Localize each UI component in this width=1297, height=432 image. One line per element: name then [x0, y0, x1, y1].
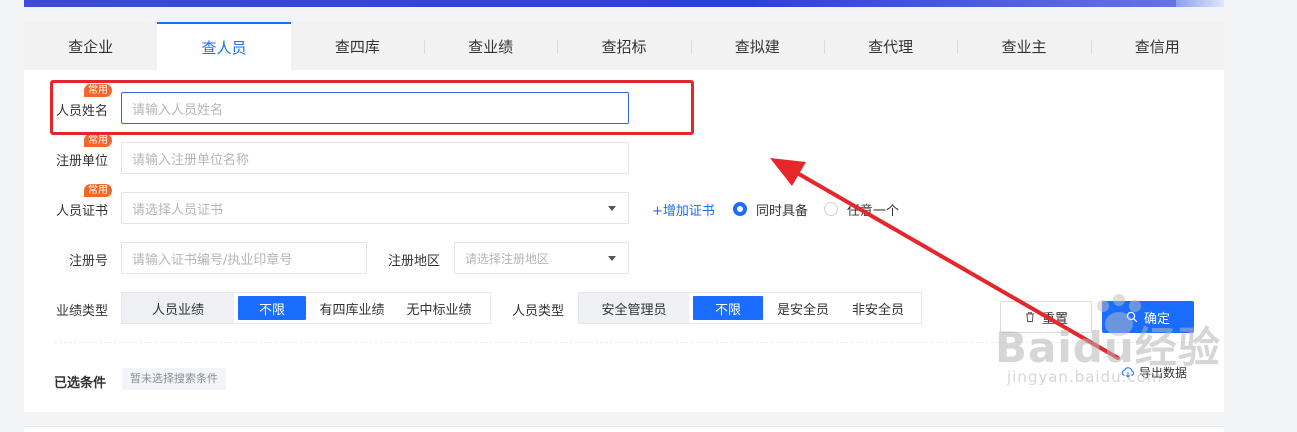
- perf-option-any[interactable]: 不限: [238, 296, 306, 320]
- banner-decoration: [1176, 0, 1224, 7]
- reg-no-placeholder: 请输入证书编号/执业印章号: [132, 252, 293, 268]
- tab-credit[interactable]: 查信用: [1090, 22, 1224, 70]
- chevron-down-icon: [608, 206, 616, 211]
- reg-no-label: 注册号: [68, 254, 108, 269]
- person-type-segment: 安全管理员 不限 是安全员 非安全员: [578, 292, 922, 324]
- perf-type-segment: 人员业绩 不限 有四库业绩 无中标业绩: [121, 292, 491, 324]
- baidu-watermark: Baidu经验 jingyan.baidu.com: [995, 294, 1225, 406]
- company-placeholder: 请输入注册单位名称: [132, 152, 250, 168]
- cert-placeholder: 请选择人员证书: [132, 202, 224, 218]
- tab-four-libraries[interactable]: 查四库: [291, 22, 424, 70]
- reg-area-label: 注册地区: [387, 254, 440, 269]
- person-option-any[interactable]: 不限: [693, 296, 763, 320]
- tab-proposed[interactable]: 查拟建: [690, 22, 824, 70]
- tab-performance[interactable]: 查业绩: [423, 22, 557, 70]
- person-segment-title: 安全管理员: [579, 293, 689, 323]
- tab-bidding[interactable]: 查招标: [557, 22, 690, 70]
- add-cert-link[interactable]: +增加证书: [652, 200, 715, 219]
- common-badge: 常用: [84, 134, 112, 147]
- perf-segment-title: 人员业绩: [122, 293, 234, 323]
- watermark-url: jingyan.baidu.com: [1007, 368, 1163, 386]
- tab-agency[interactable]: 查代理: [823, 22, 957, 70]
- radio-all[interactable]: [733, 202, 747, 216]
- perf-option-no-bid[interactable]: 无中标业绩: [394, 293, 484, 323]
- radio-all-label: 同时具备: [756, 204, 809, 219]
- common-badge: 常用: [84, 184, 112, 197]
- bottom-strip: [24, 426, 1224, 432]
- top-banner: [24, 0, 1224, 7]
- radio-any[interactable]: [824, 202, 838, 216]
- chevron-down-icon: [608, 256, 616, 261]
- cert-select[interactable]: 请选择人员证书: [121, 192, 629, 224]
- annotation-highlight-box: [50, 80, 694, 135]
- company-input[interactable]: 请输入注册单位名称: [121, 142, 629, 174]
- search-tabs: 查企业 查人员 查四库 查业绩 查招标 查拟建 查代理 查业主 查信用: [24, 22, 1224, 70]
- person-option-safety[interactable]: 是安全员: [767, 293, 839, 323]
- watermark-brand: Baidu经验: [995, 323, 1221, 372]
- person-option-non-safety[interactable]: 非安全员: [839, 293, 917, 323]
- company-label: 注册单位: [55, 154, 108, 169]
- perf-type-label: 业绩类型: [55, 304, 108, 319]
- radio-any-label: 任意一个: [847, 204, 900, 219]
- tab-owner[interactable]: 查业主: [957, 22, 1090, 70]
- empty-conditions-chip: 暂未选择搜索条件: [122, 368, 226, 390]
- reg-area-placeholder: 请选择注册地区: [465, 251, 550, 266]
- reg-area-select[interactable]: 请选择注册地区: [454, 242, 629, 274]
- cert-label: 人员证书: [55, 204, 108, 219]
- selected-conditions-label: 已选条件: [54, 376, 107, 391]
- reg-no-input[interactable]: 请输入证书编号/执业印章号: [121, 242, 367, 274]
- perf-option-four-lib[interactable]: 有四库业绩: [310, 293, 394, 323]
- person-type-label: 人员类型: [511, 304, 564, 319]
- tab-company[interactable]: 查企业: [24, 22, 157, 70]
- tab-person[interactable]: 查人员: [157, 22, 291, 70]
